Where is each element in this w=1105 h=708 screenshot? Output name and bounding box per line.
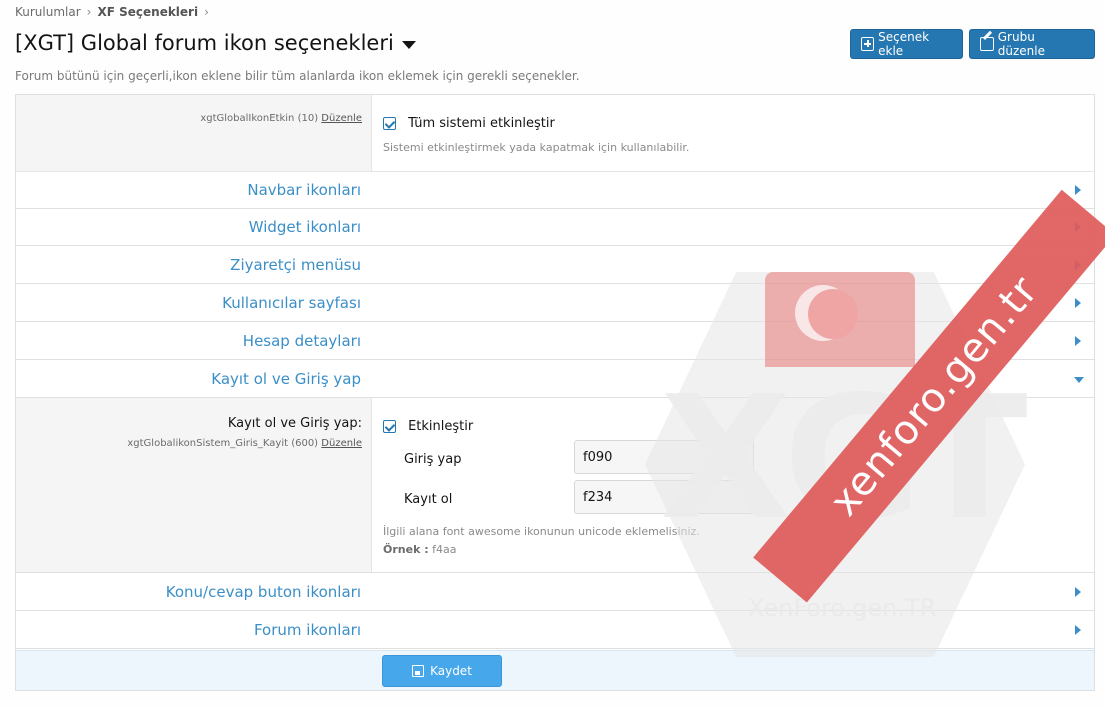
- chevron-right-icon: [1075, 625, 1081, 635]
- section-title: Forum ikonları: [253, 621, 361, 639]
- section-title: Kullanıcılar sayfası: [222, 294, 361, 312]
- section-title: Widget ikonları: [248, 218, 361, 236]
- edit-group-button[interactable]: Grubu düzenle: [969, 29, 1095, 59]
- option-id: xgtGlobalikonSistem_Giris_Kayit (600): [127, 438, 319, 449]
- option-meta: xgtGlobalIkonEtkin (10) Düzenle: [200, 113, 362, 124]
- section-title: Navbar ikonları: [247, 181, 361, 199]
- section-title: Konu/cevap buton ikonları: [165, 583, 361, 601]
- edit-link[interactable]: Düzenle: [321, 113, 362, 124]
- checkbox-checked-icon[interactable]: [383, 420, 396, 433]
- edit-icon: [980, 37, 994, 51]
- section-title: Kayıt ol ve Giriş yap: [211, 370, 361, 388]
- register-label: Kayıt ol: [404, 492, 453, 507]
- chevron-down-icon: [1074, 377, 1084, 383]
- page-title-text: [XGT] Global forum ikon seçenekleri: [15, 31, 394, 55]
- option-id: xgtGlobalIkonEtkin (10): [200, 113, 319, 124]
- page: Kurulumlar › XF Seçenekleri › [XGT] Glob…: [0, 0, 1105, 708]
- watermark-crescent-inner: [808, 289, 858, 339]
- section-navbar-icons[interactable]: Navbar ikonları: [16, 172, 1094, 209]
- add-option-label: Seçenek ekle: [878, 30, 930, 58]
- option-label-column: xgtGlobalIkonEtkin (10) Düzenle: [16, 95, 372, 171]
- checkbox-checked-icon[interactable]: [383, 117, 396, 130]
- chevron-right-icon: [1075, 336, 1081, 346]
- save-button[interactable]: Kaydet: [382, 655, 502, 687]
- example-label: Örnek :: [383, 543, 429, 556]
- enable-checkbox-row[interactable]: Etkinleştir: [383, 416, 473, 435]
- option-label-column: Kayıt ol ve Giriş yap: xgtGlobalikonSist…: [16, 398, 372, 572]
- edit-link[interactable]: Düzenle: [321, 438, 362, 449]
- section-title: Hesap detayları: [242, 332, 361, 350]
- chevron-right-icon: [1075, 587, 1081, 597]
- caret-down-icon[interactable]: [401, 41, 416, 49]
- example-value: f4aa: [432, 543, 457, 556]
- option-row-main: xgtGlobalIkonEtkin (10) Düzenle Tüm sist…: [16, 95, 1094, 172]
- breadcrumb-item-kurulumlar[interactable]: Kurulumlar: [15, 5, 81, 19]
- save-icon: [412, 665, 425, 677]
- hint-text: İlgili alana font awesome ikonunun unico…: [383, 525, 700, 538]
- watermark-small-text: XenForo.gen.TR: [748, 594, 937, 622]
- edit-group-label: Grubu düzenle: [997, 30, 1045, 58]
- save-label: Kaydet: [430, 664, 472, 678]
- enable-all-checkbox-row[interactable]: Tüm sistemi etkinleştir: [383, 113, 555, 132]
- option-explain: Sistemi etkinleştirmek yada kapatmak içi…: [383, 141, 690, 154]
- enable-all-label: Tüm sistemi etkinleştir: [408, 116, 555, 131]
- enable-label: Etkinleştir: [408, 419, 474, 434]
- option-meta: xgtGlobalikonSistem_Giris_Kayit (600) Dü…: [127, 438, 362, 449]
- page-description: Forum bütünü için geçerli,ikon eklene bi…: [15, 69, 580, 83]
- plus-square-icon: [861, 37, 875, 51]
- section-title: Ziyaretçi menüsu: [230, 256, 361, 274]
- login-label: Giriş yap: [404, 452, 462, 467]
- chevron-right-icon: ›: [86, 5, 92, 19]
- chevron-right-icon: [1075, 185, 1081, 195]
- chevron-right-icon: [1075, 298, 1081, 308]
- breadcrumb-item-xf-options[interactable]: XF Seçenekleri: [97, 5, 198, 19]
- add-option-button[interactable]: Seçenek ekle: [850, 29, 963, 59]
- section-widget-icons[interactable]: Widget ikonları: [16, 209, 1094, 246]
- breadcrumb: Kurulumlar › XF Seçenekleri ›: [15, 5, 209, 19]
- page-title[interactable]: [XGT] Global forum ikon seçenekleri: [15, 31, 416, 55]
- example-text: Örnek : f4aa: [383, 543, 456, 556]
- chevron-right-icon: ›: [204, 5, 209, 19]
- option-title: Kayıt ol ve Giriş yap:: [227, 416, 362, 431]
